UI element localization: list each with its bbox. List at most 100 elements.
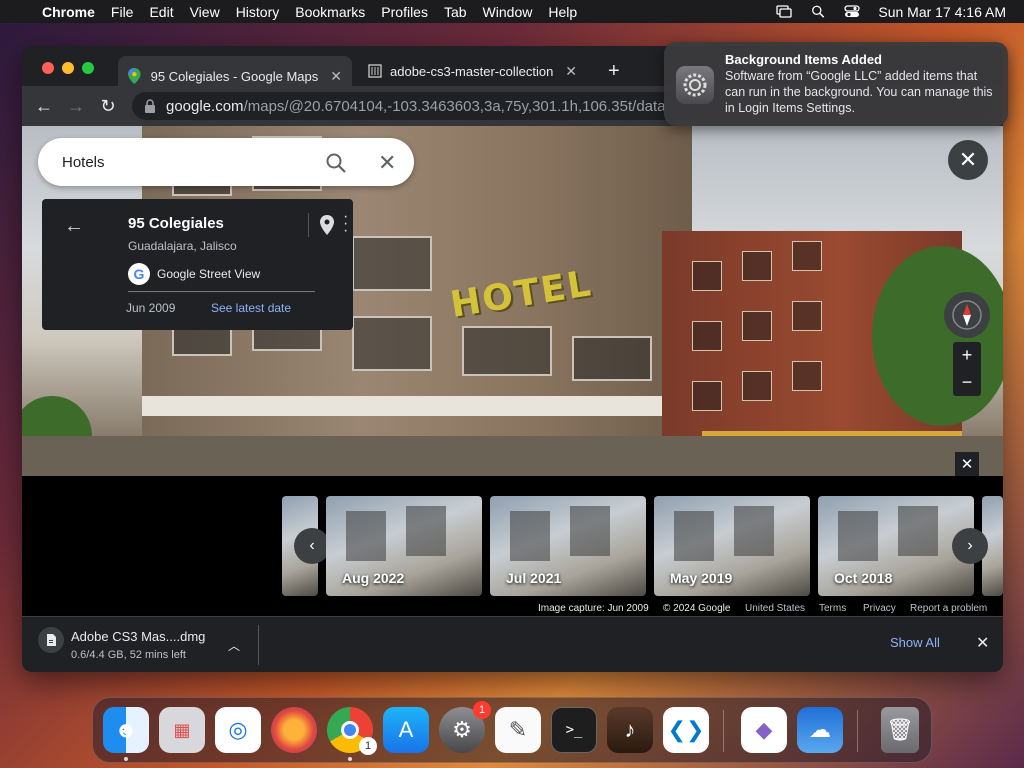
browser-window: 95 Colegiales - Google Maps ✕ adobe-cs3-… <box>22 46 1003 672</box>
archive-icon <box>368 64 382 78</box>
running-indicator <box>124 757 128 761</box>
menu-view[interactable]: View <box>182 4 228 20</box>
compass-icon[interactable] <box>944 292 990 338</box>
street-view-source: G Google Street View <box>128 263 260 285</box>
vscode-icon[interactable]: ❮❯ <box>663 707 709 753</box>
url-host: google.com <box>166 97 244 115</box>
privacy-link[interactable]: Privacy <box>863 603 896 614</box>
app-store-icon[interactable]: A <box>383 707 429 753</box>
finder-icon[interactable]: ☻ <box>103 707 149 753</box>
place-title: 95 Colegiales <box>128 215 224 232</box>
system-settings-gear-icon <box>676 66 714 104</box>
download-status: 0.6/4.4 GB, 52 mins left <box>71 649 186 661</box>
download-bar: Adobe CS3 Mas....dmg 0.6/4.4 GB, 52 mins… <box>22 616 1003 672</box>
back-arrow-icon[interactable]: ← <box>28 96 60 117</box>
terms-link[interactable]: Terms <box>819 603 846 614</box>
download-filename[interactable]: Adobe CS3 Mas....dmg <box>71 629 205 644</box>
chevron-up-icon[interactable]: ︿ <box>228 637 240 654</box>
timeline-thumbnail-aug-2022[interactable]: Aug 2022 <box>326 496 482 596</box>
building-window <box>692 321 722 351</box>
building-window <box>352 316 432 371</box>
divider <box>258 625 259 665</box>
zoom-out-button[interactable]: − <box>953 369 981 396</box>
menu-window[interactable]: Window <box>475 4 541 20</box>
file-icon[interactable] <box>38 627 64 653</box>
close-tab-icon[interactable]: ✕ <box>565 63 577 80</box>
menu-help[interactable]: Help <box>540 4 585 20</box>
lock-icon[interactable] <box>144 99 156 113</box>
map-attribution: Image capture: Jun 2009 © 2024 Google Un… <box>22 602 1003 616</box>
firefox-icon[interactable] <box>271 707 317 753</box>
terminal-icon[interactable]: >_ <box>551 707 597 753</box>
zoom-window-button[interactable] <box>82 62 94 74</box>
trash-icon[interactable]: 🗑 <box>881 707 919 753</box>
building-window <box>742 371 772 401</box>
visual-studio-icon[interactable]: ◆ <box>741 707 787 753</box>
screen-mirroring-icon[interactable] <box>776 5 793 18</box>
close-window-button[interactable] <box>42 62 54 74</box>
menu-bookmarks[interactable]: Bookmarks <box>287 4 373 20</box>
forward-arrow-icon[interactable]: → <box>60 96 92 117</box>
zoom-in-button[interactable]: + <box>953 342 981 369</box>
running-indicator <box>348 757 352 761</box>
close-street-view-button[interactable]: ✕ <box>948 140 988 180</box>
tab-adobe-download[interactable]: adobe-cs3-master-collection ✕ <box>358 56 588 86</box>
location-pin-icon[interactable] <box>319 215 335 235</box>
launchpad-icon[interactable]: ▦ <box>159 707 205 753</box>
tab-title: adobe-cs3-master-collection <box>390 63 554 79</box>
timeline-thumbnail-jul-2021[interactable]: Jul 2021 <box>490 496 646 596</box>
close-download-bar-icon[interactable]: ✕ <box>976 633 989 653</box>
place-subtitle: Guadalajara, Jalisco <box>128 239 237 253</box>
google-maps-pin-icon <box>128 68 141 84</box>
control-center-icon[interactable] <box>844 5 861 18</box>
minimize-window-button[interactable] <box>62 62 74 74</box>
menu-tab[interactable]: Tab <box>436 4 475 20</box>
tab-title: 95 Colegiales - Google Maps <box>150 68 319 84</box>
search-input[interactable]: Hotels <box>62 154 105 171</box>
clear-search-icon[interactable]: ✕ <box>378 150 396 176</box>
notification-body: Software from “Google LLC” added items t… <box>725 69 993 115</box>
system-settings-icon[interactable]: ⚙ 1 <box>439 701 491 753</box>
chevron-left-icon[interactable]: ‹ <box>294 528 330 564</box>
search-icon[interactable] <box>325 152 347 174</box>
more-options-icon[interactable]: · · · <box>343 209 348 239</box>
menu-profiles[interactable]: Profiles <box>373 4 436 20</box>
reload-icon[interactable]: ↻ <box>92 96 124 117</box>
new-tab-icon[interactable]: + <box>608 60 620 83</box>
menu-file[interactable]: File <box>103 4 142 20</box>
menu-history[interactable]: History <box>228 4 288 20</box>
menu-clock[interactable]: Sun Mar 17 4:16 AM <box>878 4 1006 20</box>
street <box>22 436 1003 476</box>
timeline-thumbnail-may-2019[interactable]: May 2019 <box>654 496 810 596</box>
building-window <box>692 261 722 291</box>
safari-icon[interactable]: ◎ <box>215 707 261 753</box>
close-tab-icon[interactable]: ✕ <box>330 68 342 85</box>
maps-search-box[interactable]: Hotels ✕ <box>38 138 414 186</box>
textedit-icon[interactable]: ✎ <box>495 707 541 753</box>
background-items-notification[interactable]: Background Items Added Software from “Go… <box>664 42 1008 126</box>
menu-app-name[interactable]: Chrome <box>34 4 103 20</box>
region-link[interactable]: United States <box>745 603 805 614</box>
building-window <box>792 241 822 271</box>
timeline-thumbnail-oct-2018[interactable]: Oct 2018 <box>818 496 974 596</box>
show-all-downloads-button[interactable]: Show All <box>890 635 940 650</box>
weather-icon[interactable]: ☁ <box>797 707 843 753</box>
menu-edit[interactable]: Edit <box>141 4 181 20</box>
report-problem-link[interactable]: Report a problem <box>910 603 987 614</box>
street-view-panorama[interactable]: HOTEL Hotels ✕ ← 95 Colegiales Guadalaja… <box>22 126 1003 476</box>
close-timeline-button[interactable]: ✕ <box>955 452 979 476</box>
see-latest-date-link[interactable]: See latest date <box>211 301 291 315</box>
dock: ☻ ▦ ◎ 1 A ⚙ 1 ✎ >_ ♪ ❮❯ ◆ ☁ 🗑 <box>92 697 932 763</box>
zoom-control: + − <box>953 342 981 396</box>
chrome-profile-badge: 1 <box>359 737 377 755</box>
chevron-right-icon[interactable]: › <box>952 528 988 564</box>
copyright: © 2024 Google <box>663 603 731 614</box>
chrome-icon[interactable]: 1 <box>327 707 377 755</box>
place-info-card: ← 95 Colegiales Guadalajara, Jalisco G G… <box>42 199 353 330</box>
capture-date: Jun 2009 <box>126 301 176 315</box>
garageband-icon[interactable]: ♪ <box>607 707 653 753</box>
building-window <box>792 361 822 391</box>
spotlight-search-icon[interactable] <box>810 5 826 18</box>
back-arrow-icon[interactable]: ← <box>64 215 84 238</box>
notification-title: Background Items Added <box>725 52 882 67</box>
